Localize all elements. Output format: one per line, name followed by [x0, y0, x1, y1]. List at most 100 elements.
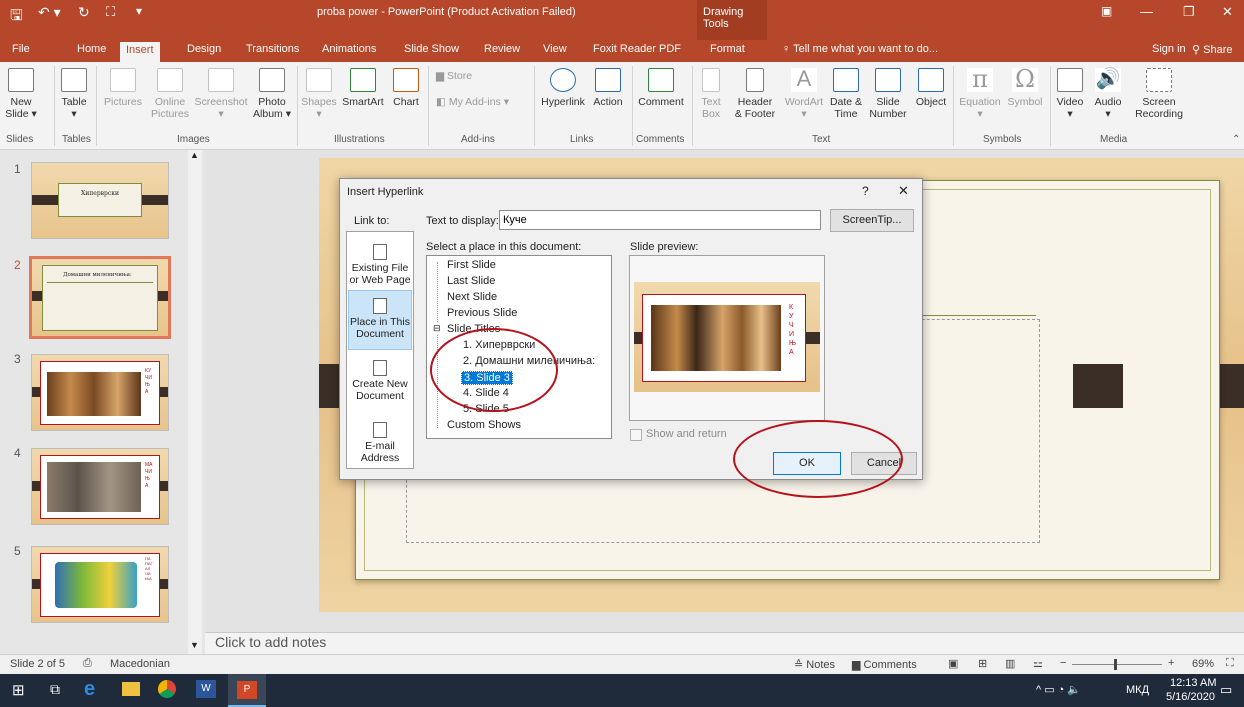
thumbnail-scrollbar[interactable]: ▲ ▼	[188, 150, 202, 654]
tree-item[interactable]: First Slide	[447, 259, 496, 271]
zoom-in-icon[interactable]: +	[1168, 657, 1174, 669]
date-time-button[interactable]: Date & Time	[828, 68, 864, 120]
action-button[interactable]: Action	[590, 68, 626, 108]
my-addins-button[interactable]: ◧ My Add-ins ▾	[436, 96, 526, 108]
edge-icon[interactable]: e	[84, 678, 95, 701]
tab-view[interactable]: View	[543, 43, 567, 55]
dialog-close-icon[interactable]: ✕	[898, 183, 909, 199]
share-button[interactable]: ⚲ Share	[1192, 43, 1232, 56]
reading-view-icon[interactable]: ▥	[1005, 657, 1015, 670]
slide-thumbnail-3[interactable]: КУЧИЊА	[31, 354, 169, 431]
tab-insert[interactable]: Insert	[120, 42, 160, 62]
slide-thumbnail-5[interactable]: ПАПАГАЛЧИЊА	[31, 546, 169, 623]
tree-item[interactable]: Custom Shows	[447, 419, 521, 431]
restore-icon[interactable]: ❐	[1183, 4, 1195, 20]
slide-thumbnail-1[interactable]: Хиперврски	[31, 162, 169, 239]
normal-view-icon[interactable]: ▣	[948, 657, 958, 670]
notes-pane[interactable]: Click to add notes	[205, 632, 1244, 654]
shapes-button[interactable]: Shapes ▾	[301, 68, 337, 120]
collapse-icon[interactable]: ⊟	[433, 323, 441, 334]
powerpoint-taskbar-item[interactable]: P	[228, 674, 266, 707]
redo-icon[interactable]: ↻	[78, 4, 90, 21]
language-indicator[interactable]: Macedonian	[110, 658, 170, 670]
comments-toggle[interactable]: ▆ Comments	[852, 658, 917, 671]
photo-album-button[interactable]: Photo Album ▾	[253, 68, 291, 120]
customize-qat-icon[interactable]: ▾	[136, 4, 142, 18]
ribbon-display-options-icon[interactable]: ▣	[1101, 4, 1112, 18]
equation-button[interactable]: π Equation ▾	[956, 67, 1004, 120]
hyperlink-button[interactable]: Hyperlink	[538, 68, 588, 108]
clock-date[interactable]: 5/16/2020	[1166, 691, 1215, 703]
smartart-button[interactable]: SmartArt	[339, 68, 387, 108]
notes-toggle[interactable]: ≙ Notes	[794, 658, 835, 671]
undo-icon[interactable]: ↶ ▾	[38, 4, 61, 21]
sign-in-link[interactable]: Sign in	[1152, 43, 1186, 55]
chrome-icon[interactable]	[158, 680, 176, 698]
system-tray-icons[interactable]: ^ ▭ ◔ 🔈	[1036, 683, 1081, 696]
wordart-button[interactable]: A WordArt ▾	[782, 68, 826, 121]
tab-foxit-reader[interactable]: Foxit Reader PDF	[593, 43, 681, 55]
pictures-button[interactable]: Pictures	[102, 68, 144, 108]
notifications-icon[interactable]: ▭	[1220, 682, 1232, 698]
show-and-return-checkbox[interactable]	[630, 429, 642, 441]
fit-to-window-icon[interactable]: ⛶	[1226, 657, 1234, 670]
word-icon[interactable]: W	[196, 680, 216, 698]
link-create-new-document[interactable]: Create New Document	[347, 360, 413, 402]
close-icon[interactable]: ✕	[1222, 4, 1233, 20]
tree-item[interactable]: Last Slide	[447, 275, 495, 287]
input-language[interactable]: МКД	[1126, 684, 1149, 696]
tab-transitions[interactable]: Transitions	[246, 43, 299, 55]
table-button[interactable]: Table ▾	[60, 68, 88, 120]
header-footer-button[interactable]: Header & Footer	[730, 68, 780, 120]
scroll-up-icon[interactable]: ▲	[190, 150, 199, 160]
save-icon[interactable]: 🖫	[10, 5, 23, 30]
spelling-icon[interactable]: ⎙	[83, 657, 92, 670]
text-to-display-input[interactable]	[499, 210, 821, 230]
slide-sorter-icon[interactable]: ⊞	[978, 657, 987, 670]
collapse-ribbon-icon[interactable]: ⌃	[1232, 134, 1240, 145]
store-button[interactable]: ▆ Store	[436, 70, 496, 82]
tab-home[interactable]: Home	[77, 43, 106, 55]
audio-button[interactable]: 🔊 Audio ▾	[1090, 68, 1126, 120]
clock-time[interactable]: 12:13 AM	[1170, 677, 1216, 689]
slide-thumbnail-2[interactable]: Домашни миленичиња:	[29, 256, 171, 339]
tell-me-box[interactable]: ♀ Tell me what you want to do...	[782, 43, 938, 55]
object-button[interactable]: Object	[912, 68, 950, 108]
tab-slide-show[interactable]: Slide Show	[404, 43, 459, 55]
text-box-button[interactable]: Text Box	[698, 68, 724, 120]
slideshow-view-icon[interactable]: ⚍	[1033, 657, 1043, 670]
comment-button[interactable]: Comment	[634, 68, 688, 108]
chart-button[interactable]: Chart	[389, 68, 423, 108]
thumb-vertical-label: ПАПАГАЛЧИЊА	[145, 556, 153, 581]
screentip-button[interactable]: ScreenTip...	[830, 209, 914, 232]
minimize-icon[interactable]: —	[1140, 4, 1153, 19]
tab-format[interactable]: Format	[710, 43, 745, 55]
online-pictures-button[interactable]: Online Pictures	[150, 68, 190, 120]
slide-thumbnail-4[interactable]: МАЧИЊА	[31, 448, 169, 525]
tree-item[interactable]: Next Slide	[447, 291, 497, 303]
tab-animations[interactable]: Animations	[322, 43, 376, 55]
new-slide-button[interactable]: New Slide ▾	[4, 68, 38, 120]
link-place-in-document[interactable]: Place in This Document	[347, 298, 413, 340]
zoom-out-icon[interactable]: −	[1060, 657, 1066, 669]
task-view-icon[interactable]: ⧉	[50, 681, 60, 698]
slide-number-button[interactable]: Slide Number	[866, 68, 910, 120]
zoom-slider-thumb[interactable]	[1114, 659, 1117, 670]
tab-design[interactable]: Design	[187, 43, 221, 55]
zoom-slider[interactable]	[1072, 664, 1162, 665]
start-from-beginning-icon[interactable]: ⛶	[106, 4, 115, 20]
help-icon[interactable]: ?	[862, 184, 869, 198]
windows-start-icon[interactable]: ⊞	[12, 681, 25, 699]
tab-review[interactable]: Review	[484, 43, 520, 55]
link-existing-file[interactable]: Existing File or Web Page	[347, 244, 413, 286]
video-button[interactable]: Video ▾	[1054, 68, 1086, 120]
file-explorer-icon[interactable]	[122, 682, 140, 696]
scroll-down-icon[interactable]: ▼	[190, 640, 199, 650]
tree-item[interactable]: Previous Slide	[447, 307, 517, 319]
link-email-address[interactable]: E-mail Address	[347, 422, 413, 464]
tab-file[interactable]: File	[12, 43, 30, 55]
symbol-button[interactable]: Ω Symbol	[1004, 67, 1046, 108]
screenshot-button[interactable]: Screenshot ▾	[192, 68, 250, 120]
screen-recording-button[interactable]: Screen Recording	[1132, 68, 1186, 120]
zoom-level[interactable]: 69%	[1192, 658, 1214, 670]
